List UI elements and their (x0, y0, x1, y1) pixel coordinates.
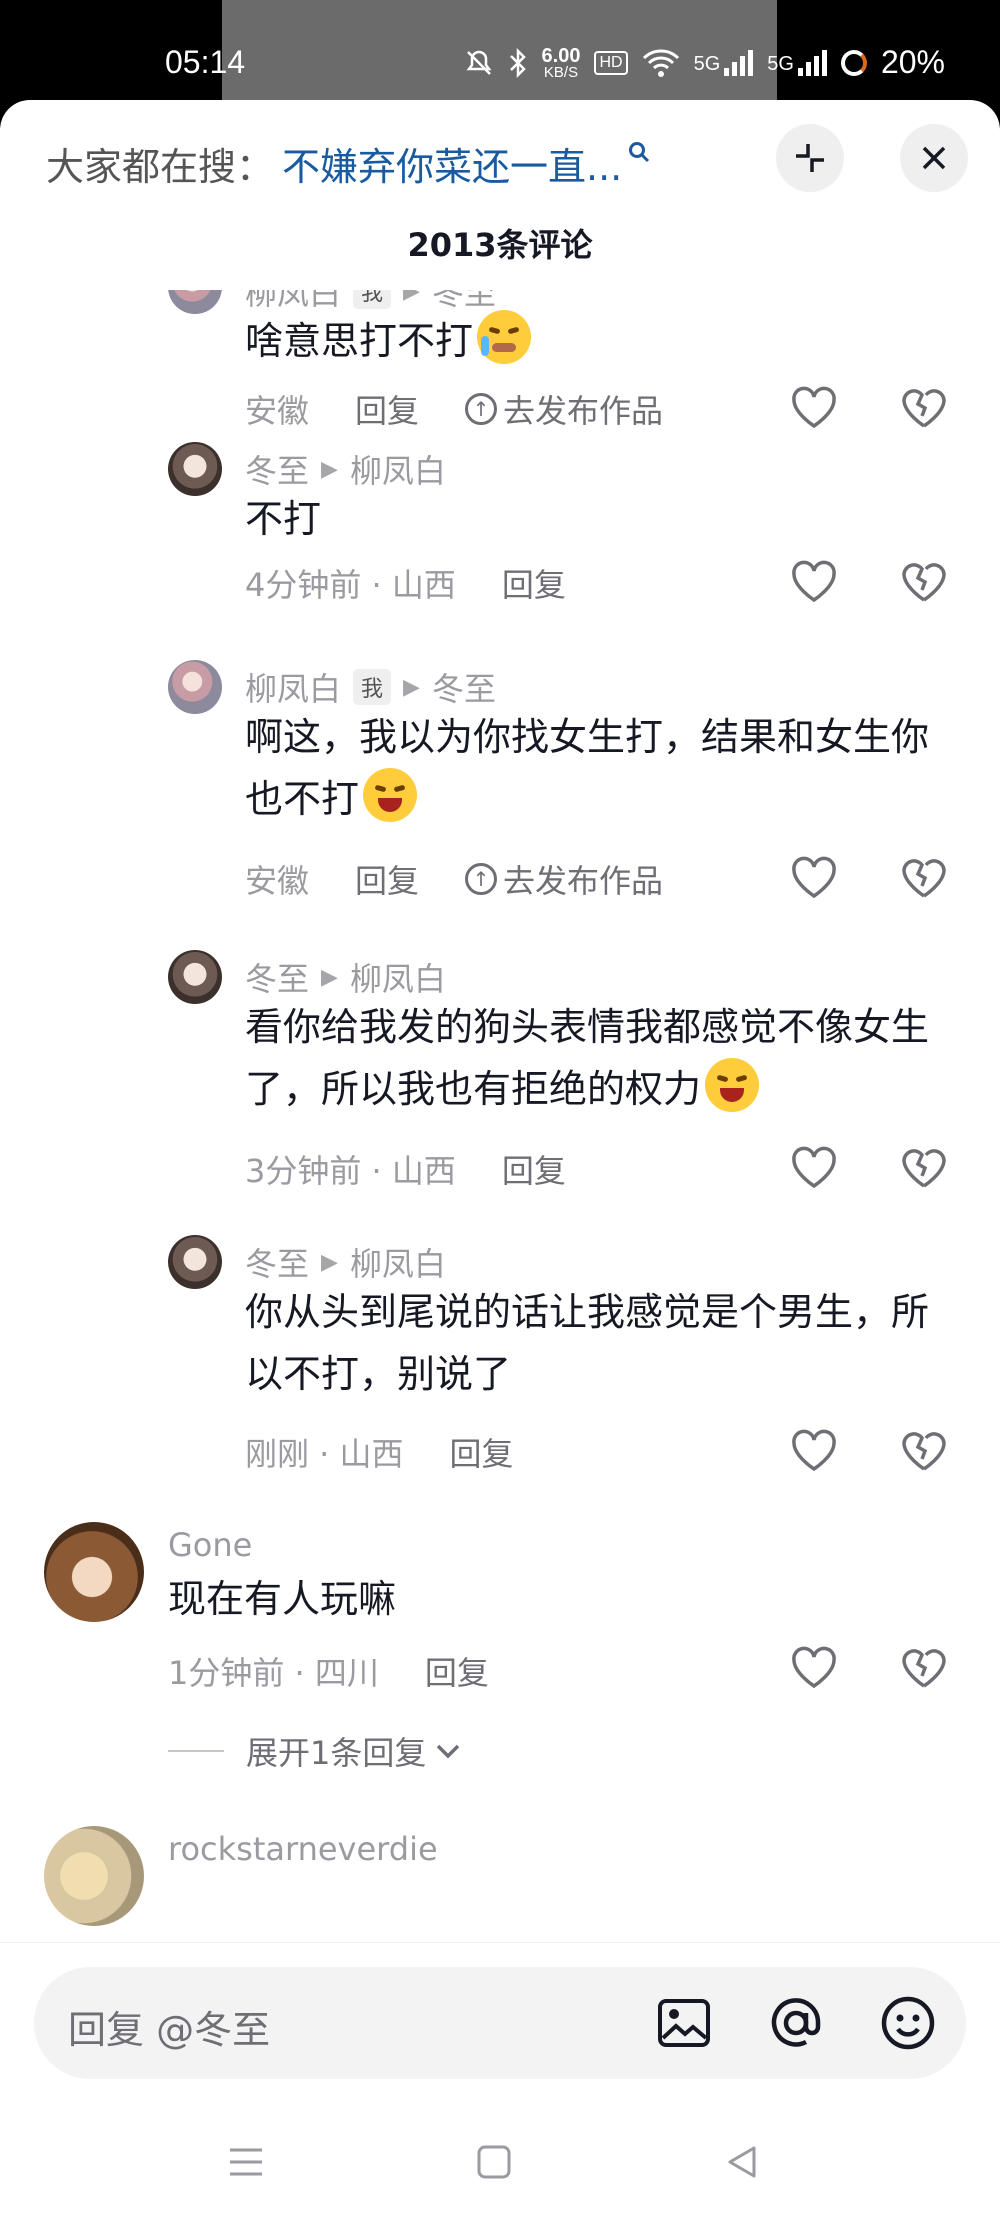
search-suggestion[interactable]: 大家都在搜： 不嫌弃你菜还一直... (46, 136, 650, 191)
reply-button[interactable]: 回复 (355, 856, 419, 902)
broken-heart-icon[interactable] (898, 556, 950, 608)
comment-text: 你从头到尾说的话让我感觉是个男生，所以不打，别说了 (245, 1290, 930, 1396)
comment-text: 不打 (245, 497, 322, 541)
upload-icon: ↑ (465, 863, 498, 895)
comment-text: 啥意思打不打 (245, 310, 965, 372)
hd-badge: HD (594, 50, 628, 75)
upload-icon: ↑ (465, 393, 498, 425)
comment-meta: 4分钟前 · 山西 回复 (245, 560, 566, 606)
mute-icon (466, 50, 492, 75)
comment-meta: 1分钟前 · 四川 回复 (168, 1648, 489, 1694)
avatar[interactable] (168, 442, 222, 496)
heart-icon[interactable] (788, 852, 840, 904)
menu-button[interactable] (216, 2132, 276, 2192)
reply-arrow-icon: ▶ (403, 290, 420, 304)
reply-arrow-icon: ▶ (403, 674, 420, 700)
home-button[interactable] (464, 2132, 524, 2192)
laughing-crying-emoji-icon (705, 1058, 760, 1112)
status-icons: 6.00 KB/S HD 5G 5G 20% (464, 44, 945, 81)
comment-author[interactable]: 冬至 ▶ 柳凤白 (245, 1239, 446, 1285)
comment-author[interactable]: 柳凤白 我 ▶ 冬至 (245, 664, 496, 710)
comment-count: 2013条评论 (407, 226, 593, 264)
close-icon (922, 146, 946, 170)
search-icon (629, 141, 650, 162)
battery-level: 20% (880, 44, 945, 80)
back-button[interactable] (712, 2132, 772, 2192)
crying-emoji-icon (477, 310, 532, 364)
image-icon (658, 1999, 710, 2047)
laughing-crying-emoji-icon (363, 768, 418, 822)
network-speed: 6.00 KB/S (541, 44, 581, 81)
reply-button[interactable]: 回复 (425, 1648, 489, 1694)
comment-meta: 安徽 回复 ↑ 去发布作品 (245, 386, 663, 432)
broken-heart-icon[interactable] (898, 1425, 950, 1477)
reply-button[interactable]: 回复 (450, 1429, 514, 1475)
broken-heart-icon[interactable] (898, 382, 950, 434)
comment-author[interactable]: Gone (168, 1526, 252, 1564)
publish-button[interactable]: ↑ 去发布作品 (465, 856, 663, 902)
status-time: 05:14 (165, 44, 246, 80)
close-button[interactable] (900, 124, 968, 192)
broken-heart-icon[interactable] (898, 1142, 950, 1194)
broken-heart-icon[interactable] (898, 852, 950, 904)
emoji-icon (881, 1996, 935, 2050)
divider-line (168, 1750, 224, 1752)
comment-text: 看你给我发的狗头表情我都感觉不像女生了，所以我也有拒绝的权力 (245, 1005, 930, 1112)
at-icon (771, 1998, 821, 2047)
reply-button[interactable]: 回复 (502, 1146, 566, 1192)
comment-meta: 安徽 回复 ↑ 去发布作品 (245, 856, 663, 902)
emoji-button[interactable] (878, 1993, 938, 2053)
comment-author[interactable]: 冬至 ▶ 柳凤白 (245, 954, 446, 1000)
reply-arrow-icon: ▶ (321, 1249, 338, 1275)
status-bar: 05:14 6.00 KB/S HD 5G 5G 20% (0, 0, 1000, 100)
avatar[interactable] (168, 290, 222, 314)
mention-button[interactable] (766, 1993, 826, 2053)
broken-heart-icon[interactable] (898, 1642, 950, 1694)
battery-ring-icon (840, 49, 867, 76)
heart-icon[interactable] (788, 382, 840, 434)
system-nav-bar (0, 2110, 1000, 2222)
avatar[interactable] (44, 1826, 144, 1926)
search-label: 大家都在搜： (46, 145, 275, 189)
avatar[interactable] (168, 660, 222, 714)
comment-author[interactable]: 冬至 ▶ 柳凤白 (245, 446, 446, 492)
image-button[interactable] (654, 1993, 714, 2053)
avatar[interactable] (168, 1235, 222, 1289)
comments-sheet: 大家都在搜： 不嫌弃你菜还一直... 2013条评论 柳凤白 我 ▶ 冬至 啥意… (0, 100, 1000, 2222)
comment-author[interactable]: rockstarneverdie (168, 1830, 438, 1868)
me-tag: 我 (353, 290, 392, 309)
comment-text: 现在有人玩嘛 (168, 1577, 397, 1621)
back-triangle-icon (728, 2146, 756, 2178)
reply-button[interactable]: 回复 (502, 560, 566, 606)
avatar[interactable] (168, 950, 222, 1004)
reply-input[interactable]: 回复 @冬至 (34, 1967, 966, 2079)
chevron-down-icon (437, 1744, 460, 1759)
expand-replies-button[interactable]: 展开1条回复 (168, 1728, 462, 1774)
heart-icon[interactable] (788, 556, 840, 608)
comment-meta: 刚刚 · 山西 回复 (245, 1429, 514, 1475)
menu-icon (230, 2148, 262, 2176)
signal-2: 5G (767, 49, 827, 76)
comment-text: 啊这，我以为你找女生打，结果和女生你也不打 (245, 715, 930, 822)
signal-1: 5G (694, 49, 754, 76)
heart-icon[interactable] (788, 1425, 840, 1477)
heart-icon[interactable] (788, 1142, 840, 1194)
reply-arrow-icon: ▶ (321, 456, 338, 482)
comment-list[interactable]: 柳凤白 我 ▶ 冬至 啥意思打不打 安徽 回复 ↑ 去发布作品 冬至 ▶ 柳凤白… (0, 290, 1000, 2042)
home-square-icon (477, 2145, 511, 2179)
search-query-link[interactable]: 不嫌弃你菜还一直... (282, 136, 622, 191)
reply-button[interactable]: 回复 (355, 386, 419, 432)
bluetooth-icon (509, 47, 526, 78)
wifi-icon (642, 48, 679, 77)
me-tag: 我 (353, 669, 392, 705)
heart-icon[interactable] (788, 1642, 840, 1694)
avatar[interactable] (44, 1522, 144, 1622)
minimize-button[interactable] (776, 124, 844, 192)
collapse-icon (796, 144, 824, 172)
publish-button[interactable]: ↑ 去发布作品 (465, 386, 663, 432)
reply-arrow-icon: ▶ (321, 964, 338, 990)
comment-meta: 3分钟前 · 山西 回复 (245, 1146, 566, 1192)
reply-placeholder: 回复 @冬至 (68, 2008, 271, 2052)
